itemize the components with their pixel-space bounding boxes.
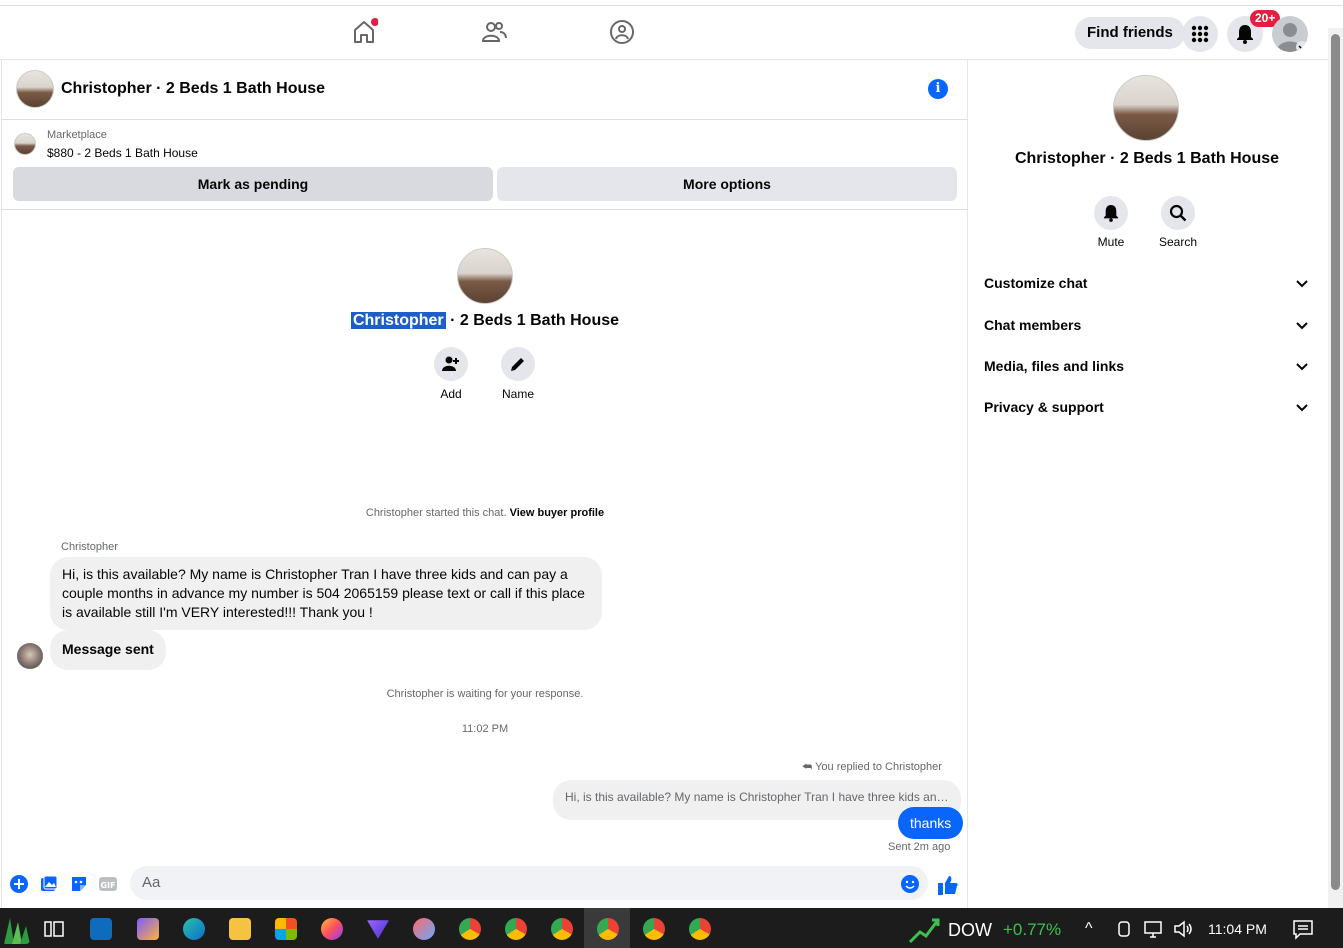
chrome-icon[interactable] bbox=[459, 918, 481, 940]
account-avatar[interactable] bbox=[1272, 16, 1308, 52]
copilot-icon[interactable] bbox=[137, 918, 159, 940]
incoming-message[interactable]: Hi, is this available? My name is Christ… bbox=[50, 557, 602, 630]
sidebar-photo bbox=[1113, 75, 1179, 141]
image-icon[interactable] bbox=[39, 874, 59, 894]
page-scrollbar[interactable] bbox=[1328, 28, 1343, 908]
conversation-details-sidebar: Christopher · 2 Beds 1 Bath House Mute S… bbox=[968, 60, 1326, 908]
name-button[interactable]: Name bbox=[488, 347, 548, 401]
home-icon[interactable] bbox=[350, 18, 378, 46]
gif-icon[interactable]: GIF bbox=[98, 874, 118, 894]
plus-icon[interactable] bbox=[9, 874, 29, 894]
volume-icon[interactable] bbox=[1172, 918, 1194, 940]
chrome-icon[interactable] bbox=[505, 918, 527, 940]
selected-name-text: Christopher bbox=[350, 312, 446, 329]
add-person-icon bbox=[434, 347, 468, 381]
chrome-icon[interactable] bbox=[689, 918, 711, 940]
search-icon bbox=[1161, 196, 1195, 230]
sidebar-name: Christopher · 2 Beds 1 Bath House bbox=[1014, 150, 1280, 167]
view-buyer-profile-link[interactable]: View buyer profile bbox=[510, 507, 605, 519]
more-options-button[interactable]: More options bbox=[497, 167, 957, 201]
message-timestamp: 11:02 PM bbox=[461, 723, 509, 735]
divider bbox=[2, 209, 968, 210]
chat-title[interactable]: Christopher · 2 Beds 1 Bath House bbox=[61, 80, 325, 98]
windows-taskbar: DOW +0.77% ^ 11:04 PM bbox=[0, 908, 1343, 948]
chevron-down-icon bbox=[1296, 363, 1308, 371]
stock-ticker[interactable]: DOW bbox=[948, 920, 992, 941]
search-button[interactable]: Search bbox=[1148, 196, 1208, 249]
outgoing-message[interactable]: thanks bbox=[898, 807, 964, 839]
chevron-down-icon bbox=[1296, 280, 1308, 288]
system-clock[interactable]: 11:04 PM bbox=[1208, 921, 1267, 937]
name-label: Name bbox=[501, 387, 534, 401]
conversation-name-rest: · 2 Beds 1 Bath House bbox=[450, 312, 620, 329]
chat-started-text: Christopher started this chat. bbox=[365, 507, 507, 519]
reply-label-text: You replied to Christopher bbox=[815, 761, 942, 773]
sender-name: Christopher bbox=[61, 541, 118, 553]
notifications-icon[interactable] bbox=[1292, 918, 1314, 940]
customize-chat-row[interactable]: Customize chat bbox=[984, 275, 1310, 295]
like-icon[interactable] bbox=[937, 874, 959, 896]
section-label: Privacy & support bbox=[984, 399, 1104, 415]
chevron-down-icon bbox=[1296, 404, 1308, 412]
file-explorer-icon[interactable] bbox=[229, 918, 251, 940]
stock-change[interactable]: +0.77% bbox=[1003, 920, 1061, 940]
emoji-icon[interactable] bbox=[900, 874, 920, 894]
listing-photo[interactable] bbox=[16, 70, 54, 108]
chevron-up-icon[interactable]: ^ bbox=[1085, 920, 1093, 938]
chat-started-notice: Christopher started this chat. View buye… bbox=[2, 507, 968, 519]
sender-avatar[interactable] bbox=[17, 643, 43, 669]
mute-button[interactable]: Mute bbox=[1081, 196, 1141, 249]
chat-header: Christopher · 2 Beds 1 Bath House i bbox=[2, 60, 968, 120]
sticker-icon[interactable] bbox=[69, 874, 89, 894]
chrome-icon[interactable] bbox=[643, 918, 665, 940]
headset-icon[interactable] bbox=[1115, 918, 1133, 940]
find-friends-button[interactable]: Find friends bbox=[1075, 17, 1185, 49]
chat-pane: Christopher · 2 Beds 1 Bath House i Mark… bbox=[1, 60, 968, 908]
section-label: Chat members bbox=[984, 317, 1082, 333]
chevron-down-icon bbox=[1296, 322, 1308, 330]
mute-label: Mute bbox=[1097, 235, 1125, 249]
message-input[interactable]: Aa bbox=[130, 866, 928, 900]
network-icon[interactable] bbox=[1142, 918, 1164, 940]
reply-label: ⮪ You replied to Christopher bbox=[802, 761, 942, 774]
edge-icon[interactable] bbox=[183, 918, 205, 940]
info-icon[interactable]: i bbox=[928, 79, 948, 99]
search-label: Search bbox=[1158, 235, 1198, 249]
pencil-icon bbox=[501, 347, 535, 381]
waiting-notice: Christopher is waiting for your response… bbox=[386, 688, 584, 700]
section-label: Customize chat bbox=[984, 275, 1088, 291]
mark-as-pending-button[interactable]: Mark as pending bbox=[13, 167, 493, 201]
paint-icon[interactable] bbox=[413, 918, 435, 940]
groups-icon[interactable] bbox=[608, 18, 636, 46]
reply-arrow-icon: ⮪ bbox=[802, 761, 813, 773]
sent-status: Sent 2m ago bbox=[888, 841, 951, 853]
chrome-icon[interactable] bbox=[551, 918, 573, 940]
listing-price[interactable]: $880 - 2 Beds 1 Bath House bbox=[47, 146, 198, 160]
listing-thumbnail[interactable] bbox=[14, 133, 36, 155]
top-navigation: Find friends 20+ bbox=[0, 6, 1328, 60]
vpn-icon[interactable] bbox=[367, 920, 389, 939]
add-button[interactable]: Add bbox=[421, 347, 481, 401]
menu-grid-icon[interactable] bbox=[1182, 16, 1218, 52]
stock-trend-icon bbox=[908, 918, 940, 944]
privacy-support-row[interactable]: Privacy & support bbox=[984, 399, 1310, 419]
bell-icon bbox=[1094, 196, 1128, 230]
chrome-icon[interactable] bbox=[597, 918, 619, 940]
scrollbar-thumb[interactable] bbox=[1331, 34, 1340, 890]
widgets-icon[interactable] bbox=[2, 914, 30, 944]
section-label: Media, files and links bbox=[984, 358, 1125, 374]
task-view-icon[interactable] bbox=[43, 918, 65, 940]
incoming-message[interactable]: Message sent bbox=[50, 630, 166, 670]
conversation-name: Christopher · 2 Beds 1 Bath House bbox=[2, 312, 968, 330]
media-files-links-row[interactable]: Media, files and links bbox=[984, 358, 1310, 378]
chat-members-row[interactable]: Chat members bbox=[984, 317, 1310, 337]
add-label: Add bbox=[440, 387, 462, 401]
store-icon[interactable] bbox=[275, 918, 297, 940]
friends-icon[interactable] bbox=[480, 18, 508, 46]
firefox-icon[interactable] bbox=[321, 918, 343, 940]
conversation-photo bbox=[457, 248, 513, 304]
outlook-icon[interactable] bbox=[90, 918, 112, 940]
svg-text:GIF: GIF bbox=[100, 881, 115, 890]
marketplace-label: Marketplace bbox=[47, 129, 107, 141]
